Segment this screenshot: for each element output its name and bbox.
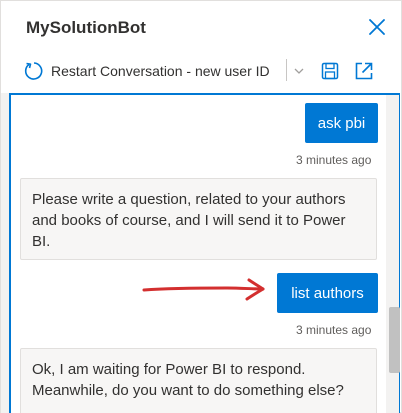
toolbar-divider	[286, 59, 287, 81]
panel-header: MySolutionBot	[1, 1, 402, 51]
chat-scrollbar-thumb[interactable]	[389, 307, 400, 373]
bot-message: Ok, I am waiting for Power BI to respond…	[20, 348, 377, 413]
chat-left-edge	[1, 93, 9, 413]
message-timestamp: 3 minutes ago	[296, 153, 372, 167]
save-icon[interactable]	[320, 61, 340, 81]
user-message: list authors	[277, 273, 378, 313]
toolbar: Restart Conversation - new user ID	[1, 51, 402, 91]
chevron-down-icon[interactable]	[291, 63, 307, 79]
user-message: ask pbi	[305, 103, 378, 143]
restart-conversation-button[interactable]: Restart Conversation - new user ID	[23, 57, 270, 85]
bot-message: Please write a question, related to your…	[20, 178, 377, 260]
panel-title: MySolutionBot	[26, 18, 146, 37]
chat-transcript: ask pbi 3 minutes ago Please write a que…	[9, 93, 400, 413]
popout-icon[interactable]	[353, 60, 375, 82]
close-icon[interactable]	[365, 15, 389, 39]
restart-conversation-label: Restart Conversation - new user ID	[51, 63, 270, 79]
restart-icon	[24, 62, 43, 80]
message-timestamp: 3 minutes ago	[296, 323, 372, 337]
bot-panel: MySolutionBot Restart Conversation - new…	[0, 0, 402, 413]
